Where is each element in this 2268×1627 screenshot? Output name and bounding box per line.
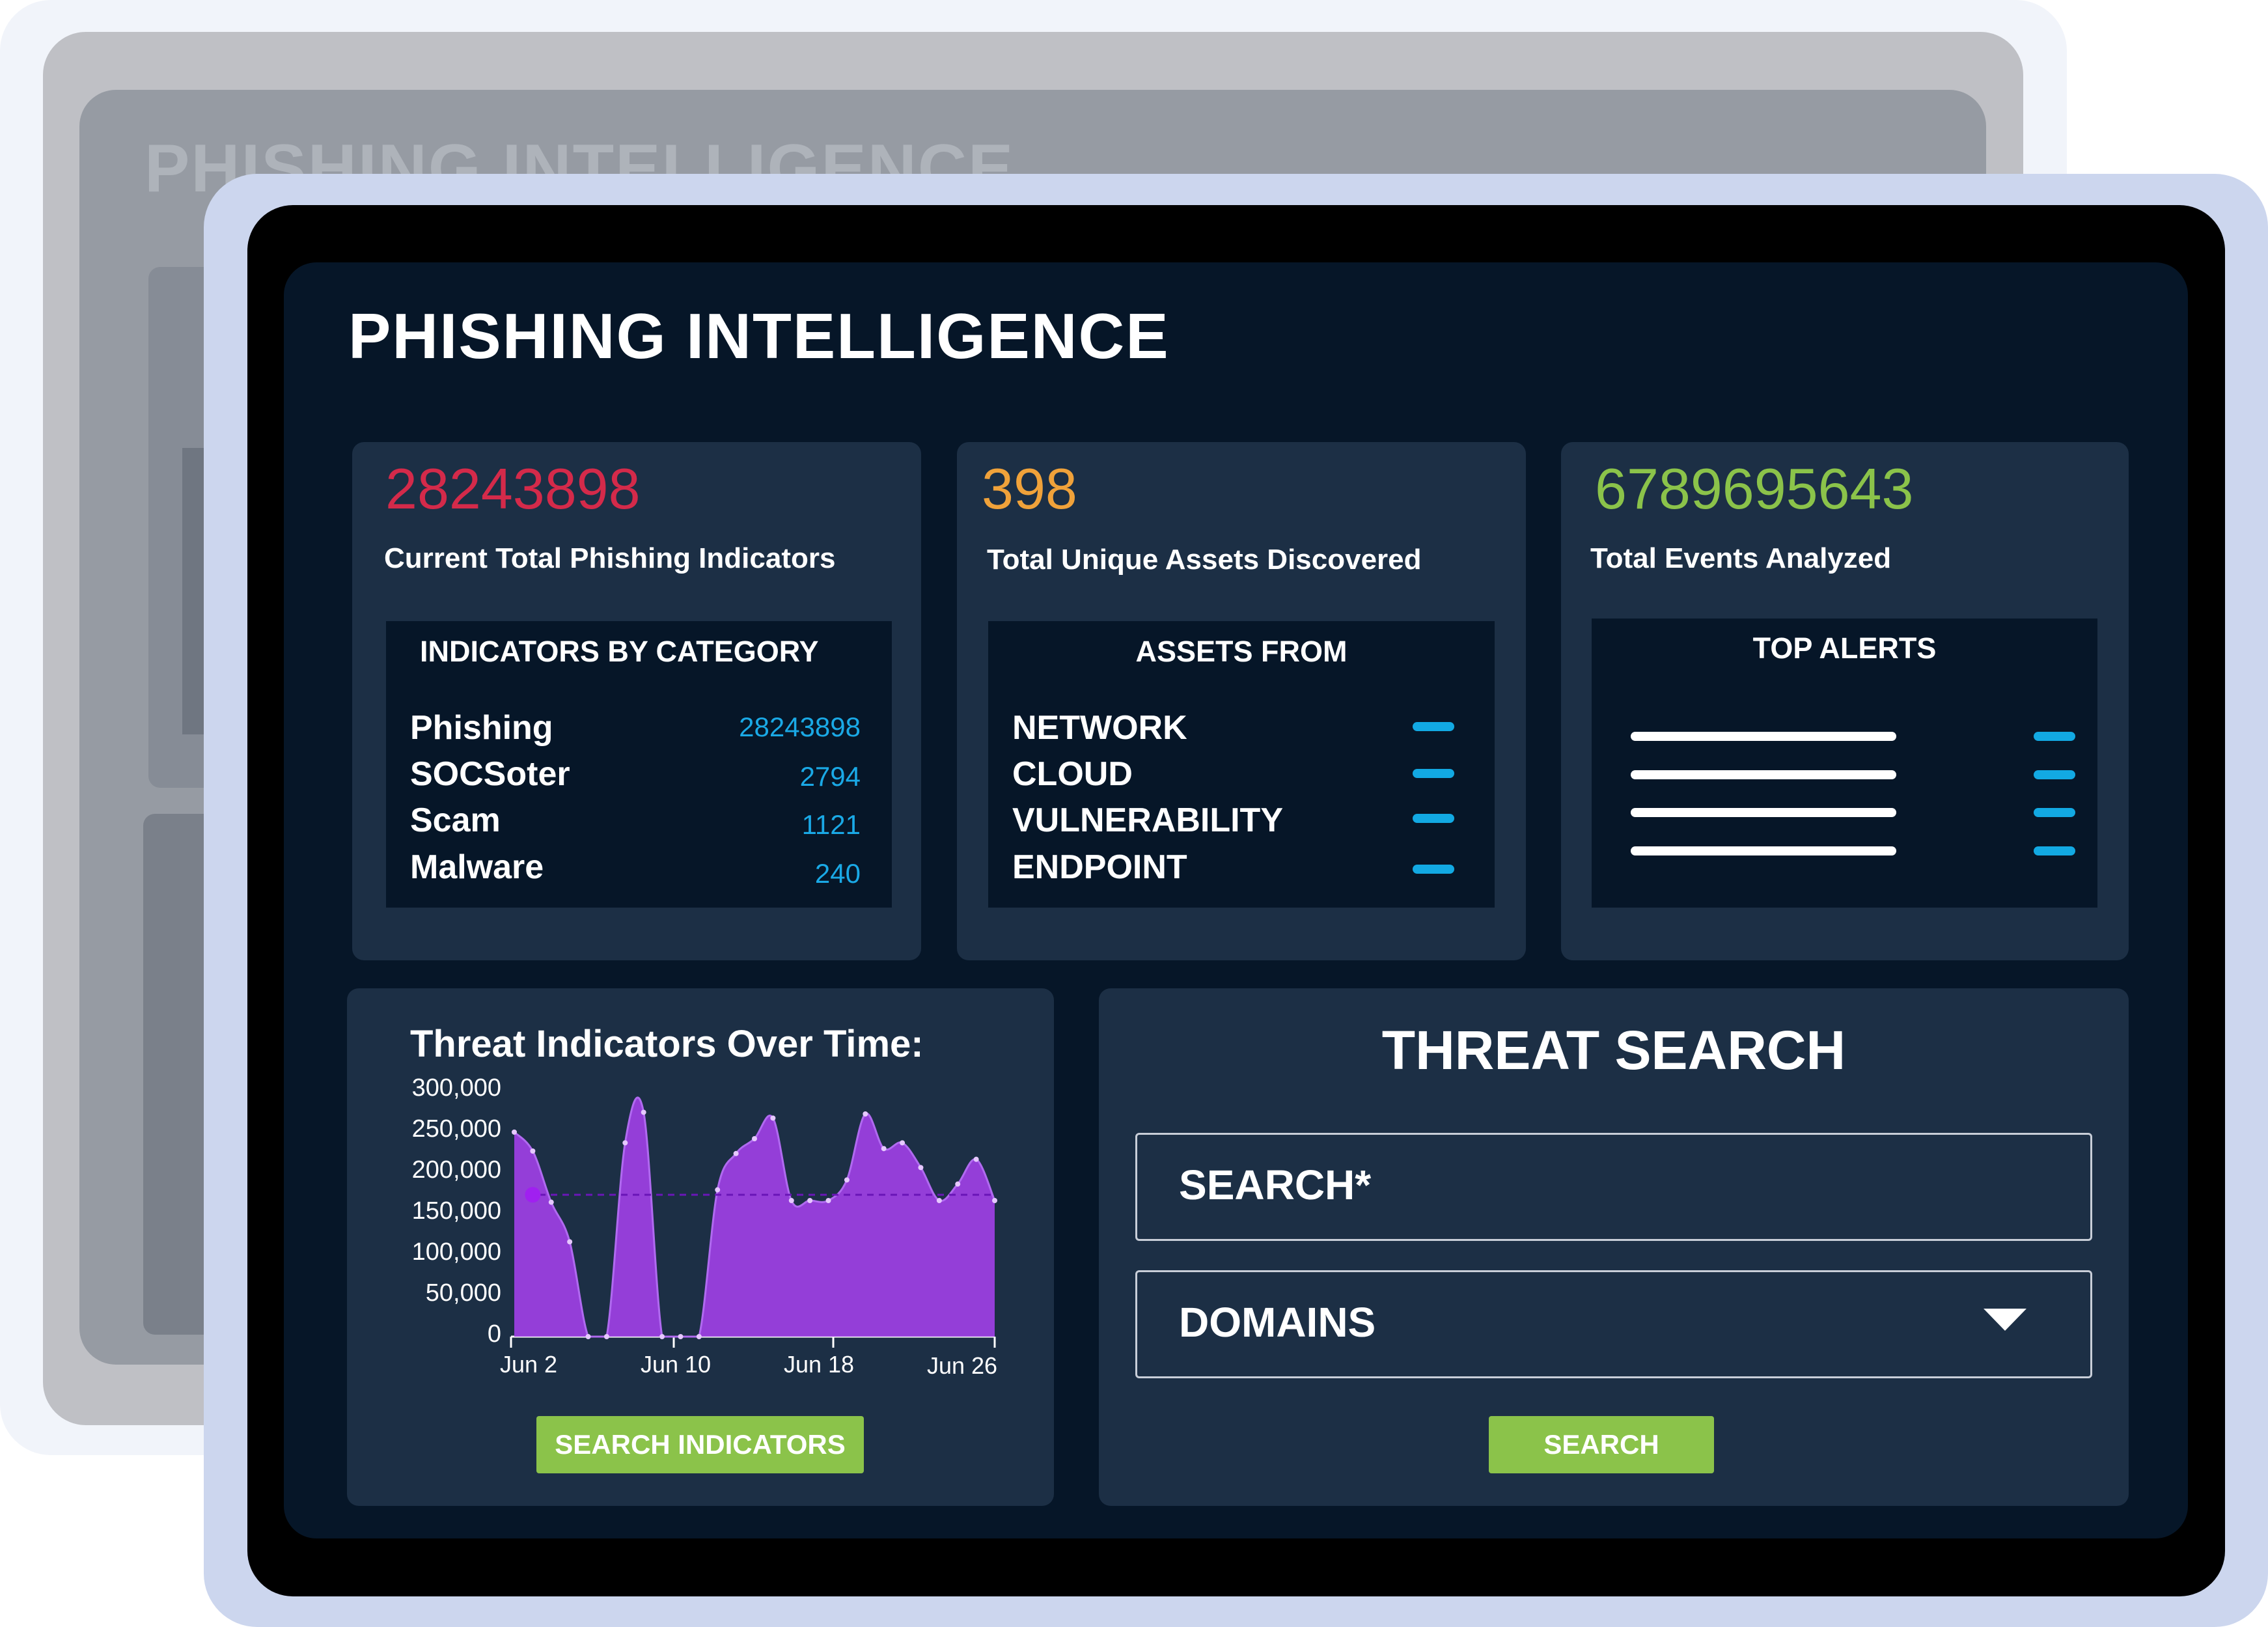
x-tick-label: Jun 26 [926,1352,998,1379]
data-point [936,1198,942,1203]
data-point [752,1136,757,1141]
data-point [992,1198,997,1203]
data-point [733,1150,739,1156]
data-point [715,1187,721,1193]
data-point [696,1334,702,1339]
data-point [973,1156,979,1162]
data-point [603,1334,609,1339]
search-type-selected-value: DOMAINS [1179,1299,1376,1346]
search-input[interactable]: SEARCH* [1135,1133,2092,1241]
data-point [548,1199,554,1205]
data-point [844,1177,850,1183]
data-point [622,1140,628,1146]
data-point [825,1198,831,1203]
search-indicators-button[interactable]: SEARCH INDICATORS [536,1416,864,1473]
data-point [863,1111,868,1117]
data-point [918,1165,924,1171]
data-point [512,1129,517,1135]
x-tick-label: Jun 10 [640,1351,712,1378]
data-point [881,1146,887,1152]
search-input-placeholder: SEARCH* [1179,1161,1372,1208]
data-point [530,1148,536,1154]
data-point [659,1334,665,1339]
caret-down-icon [1984,1309,2026,1331]
data-point [567,1239,573,1245]
data-point [955,1181,961,1187]
data-point [770,1115,776,1121]
search-button[interactable]: SEARCH [1489,1416,1714,1473]
highlighted-data-point [525,1187,541,1203]
x-tick-label: Jun 2 [499,1351,558,1378]
data-point [641,1109,646,1115]
threat-indicators-area [514,1097,995,1337]
data-point [585,1334,591,1339]
data-point [678,1334,684,1339]
data-point [900,1140,906,1146]
data-point [788,1198,794,1203]
data-point [807,1198,813,1203]
search-type-select[interactable]: DOMAINS [1135,1270,2092,1378]
x-tick-label: Jun 18 [783,1351,855,1378]
threat-search-title: THREAT SEARCH [1381,1020,1846,1081]
